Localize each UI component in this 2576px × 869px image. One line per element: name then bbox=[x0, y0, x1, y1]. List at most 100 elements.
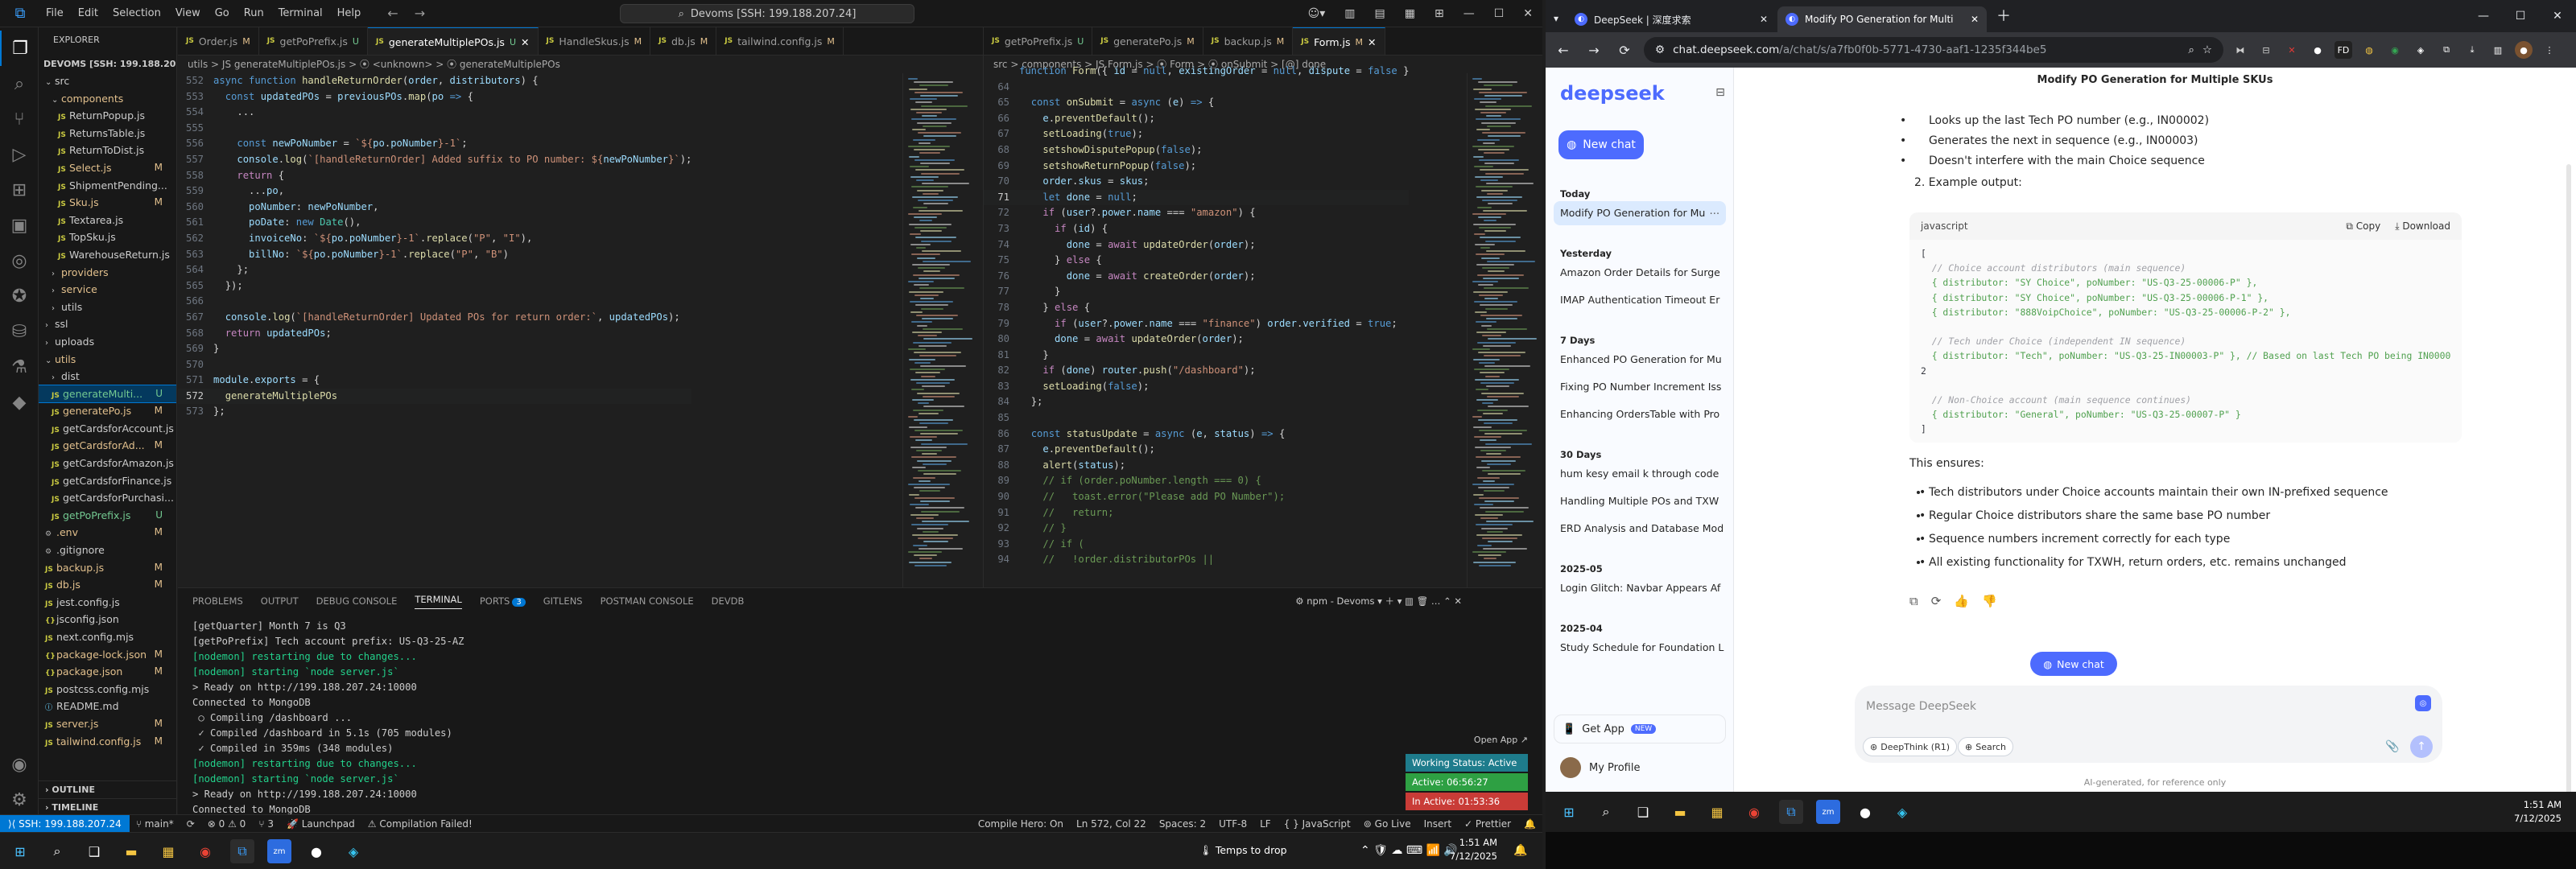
editor-tab[interactable]: JS Order.js M bbox=[178, 27, 259, 55]
history-item[interactable]: Login Glitch: Navbar Appears Af bbox=[1554, 576, 1726, 600]
new-chat-button[interactable]: ◍ New chat bbox=[1558, 130, 1644, 159]
extension-icon-7[interactable]: ◉ bbox=[2386, 41, 2404, 59]
notification-center-icon[interactable]: 🔔 bbox=[1513, 844, 1527, 857]
breadcrumb-left[interactable]: utils > JS generateMultiplePOs.js > ⦿ <u… bbox=[178, 56, 983, 73]
zoom-icon[interactable]: ⌕ bbox=[2188, 43, 2194, 56]
editor-tab[interactable]: JS getPoPrefix.js U bbox=[259, 27, 368, 55]
file-tree-item[interactable]: JS backup.js M bbox=[39, 559, 176, 577]
message-input[interactable]: Message DeepSeek bbox=[1866, 700, 1976, 713]
editor-tab[interactable]: JS getPoPrefix.js U bbox=[984, 27, 1093, 55]
panel-tab-ports[interactable]: PORTS 3 bbox=[480, 595, 526, 607]
close-tab-icon[interactable]: ✕ bbox=[1368, 28, 1376, 56]
store-icon[interactable]: ▦ bbox=[156, 839, 180, 863]
project-root[interactable]: DEVOMS [SSH: 199.188.20... bbox=[39, 56, 176, 72]
zoom-icon[interactable]: zm bbox=[1816, 800, 1840, 824]
docker-icon[interactable]: ◆ bbox=[0, 385, 39, 420]
compile-status[interactable]: ⚠ Compilation Failed! bbox=[361, 818, 479, 830]
download-code-button[interactable]: ⤓ Download bbox=[2395, 220, 2450, 233]
minimize-icon[interactable]: — bbox=[2465, 0, 2502, 32]
history-item[interactable]: Modify PO Generation for Mu ⋯ bbox=[1554, 201, 1726, 225]
menu-view[interactable]: View bbox=[168, 7, 208, 19]
panel-tab-terminal[interactable]: TERMINAL bbox=[415, 594, 462, 609]
history-item[interactable]: Enhancing OrdersTable with Pro bbox=[1554, 402, 1726, 426]
sidebar-toggle-icon[interactable]: ▦ bbox=[1395, 7, 1425, 20]
source-control-icon[interactable]: ⑂ bbox=[0, 101, 39, 137]
search-toggle[interactable]: ⊕ Search bbox=[1958, 737, 2014, 756]
file-explorer-icon[interactable]: ▬ bbox=[1668, 800, 1692, 824]
eol[interactable]: LF bbox=[1253, 818, 1278, 830]
notifications-bell-icon[interactable]: 🔔 bbox=[1517, 818, 1542, 830]
new-chat-floating-button[interactable]: ◍ New chat bbox=[2030, 652, 2117, 676]
remote-explorer-icon[interactable]: ▣ bbox=[0, 208, 39, 243]
download-icon[interactable]: ⤓ bbox=[2463, 41, 2481, 59]
file-tree-item[interactable]: JS jest.config.js bbox=[39, 594, 176, 612]
extension-icon-5[interactable]: FD bbox=[2334, 41, 2352, 59]
menu-edit[interactable]: Edit bbox=[71, 7, 105, 19]
sync-icon[interactable]: ⟳ bbox=[180, 818, 201, 830]
chrome-icon[interactable]: ◉ bbox=[1742, 800, 1766, 824]
menu-help[interactable]: Help bbox=[330, 7, 369, 19]
code-block-content[interactable]: [ // Choice account distributors (main s… bbox=[1909, 240, 2462, 443]
vscode-taskbar-icon[interactable]: ⧉ bbox=[1779, 800, 1803, 824]
tab-search-icon[interactable]: ▾ bbox=[1554, 13, 1558, 24]
deepseek-logo[interactable]: deepseek bbox=[1560, 82, 1665, 105]
encoding[interactable]: UTF-8 bbox=[1212, 818, 1253, 830]
back-icon[interactable]: ← bbox=[1552, 39, 1575, 61]
editor-tab[interactable]: JS db.js M bbox=[650, 27, 717, 55]
editor-tab[interactable]: JS generateMultiplePOs.js U ✕ bbox=[367, 27, 539, 55]
file-tree-item[interactable]: JS Textarea.js bbox=[39, 212, 176, 229]
cursor-position[interactable]: Ln 572, Col 22 bbox=[1070, 818, 1153, 830]
history-item[interactable]: Fixing PO Number Increment Iss bbox=[1554, 375, 1726, 399]
editor-tab[interactable]: JS backup.js M bbox=[1203, 27, 1294, 55]
file-tree-item[interactable]: › uploads bbox=[39, 333, 176, 351]
store-icon[interactable]: ▦ bbox=[1705, 800, 1729, 824]
history-item[interactable]: Amazon Order Details for Surge bbox=[1554, 261, 1726, 285]
browser-menu-icon[interactable]: ⋮ bbox=[2541, 41, 2558, 59]
prettier-status[interactable]: ✓ Prettier bbox=[1458, 818, 1517, 830]
file-tree-item[interactable]: JS ReturnToDist.js bbox=[39, 142, 176, 159]
app-icon[interactable]: ● bbox=[304, 839, 328, 863]
file-tree-item[interactable]: JS getCardsforFinance.js bbox=[39, 472, 176, 490]
minimap-right[interactable] bbox=[1467, 73, 1542, 587]
editor-tab[interactable]: JS tailwind.config.js M bbox=[716, 27, 844, 55]
code-editor-right[interactable]: function Form({ id = null, existingOrder… bbox=[984, 65, 1410, 568]
copilot-icon[interactable]: ☺▾ bbox=[1298, 7, 1335, 20]
address-bar[interactable]: ⚙ chat.deepseek.com/a/chat/s/a7fb0f0b-57… bbox=[1644, 37, 2223, 63]
file-tree-item[interactable]: JS Select.js M bbox=[39, 159, 176, 177]
indentation[interactable]: Spaces: 2 bbox=[1153, 818, 1212, 830]
reload-icon[interactable]: ⟳ bbox=[1613, 39, 1636, 61]
history-item[interactable]: Handling Multiple POs and TXW bbox=[1554, 489, 1726, 513]
panel-tab-devdb[interactable]: DEVDB bbox=[712, 595, 745, 607]
file-tree-item[interactable]: › utils bbox=[39, 299, 176, 316]
app-icon[interactable]: ● bbox=[1853, 800, 1877, 824]
deepthink-toggle[interactable]: ⊛ DeepThink (R1) bbox=[1863, 737, 1958, 756]
git-branch[interactable]: ⑂ main* bbox=[130, 818, 180, 830]
customize-layout-icon[interactable]: ⊞ bbox=[1425, 7, 1454, 20]
menu-file[interactable]: File bbox=[39, 7, 71, 19]
extension-icon-8[interactable]: ◈ bbox=[2412, 41, 2429, 59]
split-icon[interactable]: ▥ bbox=[2489, 41, 2507, 59]
extension-icon-6[interactable]: ◍ bbox=[2360, 41, 2378, 59]
forward-icon[interactable]: → bbox=[1583, 39, 1605, 61]
editor-tab[interactable]: JS Form.js M ✕ bbox=[1293, 27, 1385, 56]
message-input-box[interactable]: Message DeepSeek ◎ ⊛ DeepThink (R1) ⊕ Sear… bbox=[1855, 686, 2442, 763]
menu-run[interactable]: Run bbox=[237, 7, 271, 19]
file-tree-item[interactable]: › service bbox=[39, 281, 176, 299]
app-icon-2[interactable]: ◈ bbox=[341, 839, 365, 863]
file-tree-item[interactable]: JS TopSku.js bbox=[39, 229, 176, 246]
file-tree-item[interactable]: ⚙ .env M bbox=[39, 524, 176, 542]
task-view-icon[interactable]: ❑ bbox=[1631, 800, 1655, 824]
minimize-icon[interactable]: — bbox=[1454, 7, 1484, 20]
file-tree-item[interactable]: JS getCardsforAccount.js bbox=[39, 420, 176, 438]
extensions-puzzle-icon[interactable]: ⧉ bbox=[2438, 41, 2455, 59]
task-view-icon[interactable]: ❑ bbox=[82, 839, 106, 863]
history-item[interactable]: IMAP Authentication Timeout Er bbox=[1554, 288, 1726, 312]
windows-start-icon[interactable]: ⊞ bbox=[1557, 800, 1581, 824]
extension-icon-1[interactable]: ⧓ bbox=[2231, 41, 2249, 59]
file-tree-item[interactable]: ⚙ .gitignore bbox=[39, 542, 176, 559]
more-options-icon[interactable]: ⋯ bbox=[1710, 201, 1720, 225]
site-info-icon[interactable]: ⚙ bbox=[1655, 43, 1665, 56]
panel-tab-debug-console[interactable]: DEBUG CONSOLE bbox=[316, 595, 398, 607]
weather-widget[interactable]: 🌡 Temps to drop bbox=[1199, 844, 1287, 857]
history-item[interactable]: hum kesy email k through code bbox=[1554, 462, 1726, 486]
